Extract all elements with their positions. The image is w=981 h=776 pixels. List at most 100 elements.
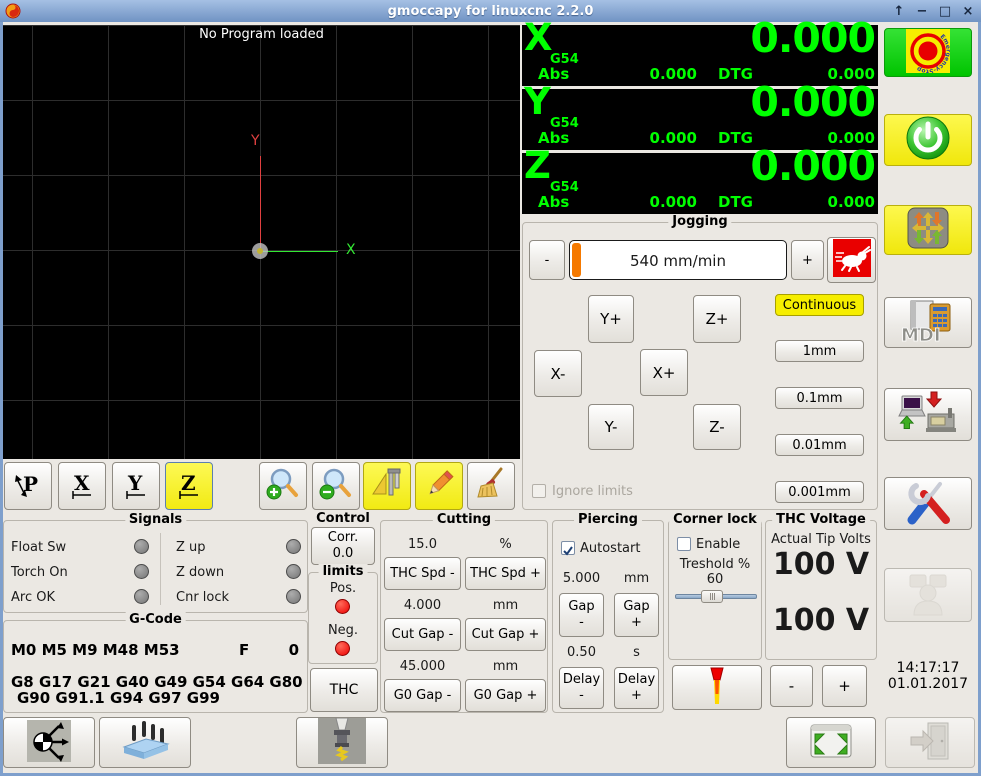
auto-mode-button[interactable] xyxy=(884,388,972,441)
jog-pad-icon xyxy=(907,207,949,253)
zoom-out-icon xyxy=(318,466,354,506)
touch-plate-icon xyxy=(120,719,170,767)
caliper-icon xyxy=(369,466,405,506)
thc-speed-plus-button[interactable]: THC Spd + xyxy=(465,557,546,590)
gcode-panel: G-Code M0 M5 M9 M48 M53 F 0 G8 G17 G21 G… xyxy=(3,612,308,713)
draw-path-button[interactable] xyxy=(415,462,463,510)
cut-gap-minus-button[interactable]: Cut Gap - xyxy=(384,618,461,651)
z-down-led xyxy=(286,564,301,579)
g0-gap-value: 45.000 xyxy=(399,659,446,674)
view-x-button[interactable]: X xyxy=(58,462,106,510)
dro-axis-x[interactable]: X G54 0.000 Abs 0.000 DTG 0.000 xyxy=(522,15,878,86)
clear-preview-button[interactable] xyxy=(467,462,515,510)
maximize-button[interactable]: □ xyxy=(938,4,952,19)
zoom-out-button[interactable] xyxy=(312,462,360,510)
clock-time: 14:17:17 xyxy=(896,660,960,676)
view-y-button[interactable]: Y xyxy=(112,462,160,510)
thc-speed-minus-button[interactable]: THC Spd - xyxy=(384,557,461,590)
exit-door-icon xyxy=(908,720,952,766)
view-p-button[interactable]: P xyxy=(4,462,52,510)
svg-text:X: X xyxy=(74,471,90,495)
jog-x-minus-button[interactable]: X- xyxy=(534,350,582,397)
svg-text:Z: Z xyxy=(181,471,196,495)
rabbit-icon xyxy=(832,239,871,281)
gremlin-preview[interactable]: No Program loaded Y X xyxy=(3,25,520,459)
cnr-lock-led xyxy=(286,589,301,604)
emergency-stop-button[interactable]: Emergency-Stop xyxy=(884,28,972,84)
rollup-button[interactable]: ↑ xyxy=(892,4,906,19)
user-settings-button[interactable] xyxy=(884,568,972,622)
machine-on-button[interactable] xyxy=(884,114,972,166)
exit-button[interactable] xyxy=(885,717,975,768)
mdi-mode-button[interactable]: MDI xyxy=(884,297,972,348)
jog-y-plus-button[interactable]: Y+ xyxy=(588,295,634,343)
y-axis-line xyxy=(260,156,261,251)
corner-lock-enable-checkbox[interactable] xyxy=(677,537,691,551)
thc-voltage-minus-button[interactable]: - xyxy=(770,665,813,707)
feed-value: 0 xyxy=(288,641,299,659)
torch-icon xyxy=(699,666,735,710)
touch-off-button[interactable] xyxy=(3,717,95,768)
feed-label: F xyxy=(239,641,250,659)
clock-date: 01.01.2017 xyxy=(887,676,969,692)
increment-0p01mm-button[interactable]: 0.01mm xyxy=(775,434,864,456)
axis-letter: Z xyxy=(524,144,551,187)
touch-plate-button[interactable] xyxy=(99,717,191,768)
jog-fast-button[interactable] xyxy=(827,237,876,283)
pierce-delay-minus-button[interactable]: Delay - xyxy=(559,667,604,709)
jog-x-plus-button[interactable]: X+ xyxy=(640,349,688,396)
dtg-label: DTG xyxy=(718,65,753,83)
pierce-delay-plus-button[interactable]: Delay + xyxy=(614,667,659,709)
dimensions-button[interactable] xyxy=(363,462,411,510)
jog-speed-slider[interactable]: 540 mm/min xyxy=(569,240,787,280)
manual-jog-mode-button[interactable] xyxy=(884,205,972,255)
limit-pos-led xyxy=(335,599,350,614)
axis-position: 0.000 xyxy=(750,78,876,126)
autostart-checkbox[interactable] xyxy=(561,541,575,556)
dro-axis-z[interactable]: Z G54 0.000 Abs 0.000 DTG 0.000 xyxy=(522,143,878,214)
threshold-slider-handle[interactable] xyxy=(701,590,723,603)
correction-button[interactable]: Corr. 0.0 xyxy=(311,527,375,565)
signal-torch-on-label: Torch On xyxy=(11,565,68,580)
thc-voltage-plus-button[interactable]: + xyxy=(822,665,867,707)
limits-title: limits xyxy=(318,564,368,579)
pierce-gap-minus-button[interactable]: Gap - xyxy=(559,593,604,637)
tool-change-button[interactable] xyxy=(296,717,388,768)
piercing-panel: Piercing Autostart 5.000 mm Gap - Gap + 0.… xyxy=(552,512,664,713)
increment-1mm-button[interactable]: 1mm xyxy=(775,340,864,362)
settings-button[interactable] xyxy=(884,477,972,530)
power-icon xyxy=(905,115,951,165)
ignore-limits-checkbox[interactable] xyxy=(532,484,546,498)
minimize-button[interactable]: − xyxy=(915,4,929,19)
arc-ok-led xyxy=(134,589,149,604)
jogging-title: Jogging xyxy=(668,214,732,229)
abs-label: Abs xyxy=(538,193,570,211)
increment-0p001mm-button[interactable]: 0.001mm xyxy=(775,481,864,503)
dro-axis-y[interactable]: Y G54 0.000 Abs 0.000 DTG 0.000 xyxy=(522,79,878,150)
emergency-stop-icon: Emergency-Stop xyxy=(906,28,961,84)
float-sw-led xyxy=(134,539,149,554)
fullscreen-button[interactable] xyxy=(786,717,876,768)
close-button[interactable]: × xyxy=(961,4,975,19)
zoom-in-button[interactable] xyxy=(259,462,307,510)
jog-z-plus-button[interactable]: Z+ xyxy=(693,295,741,343)
g0-gap-plus-button[interactable]: G0 Gap + xyxy=(465,679,546,712)
g0-gap-minus-button[interactable]: G0 Gap - xyxy=(384,679,461,712)
threshold-value: 60 xyxy=(706,572,724,587)
jog-speed-minus-button[interactable]: - xyxy=(529,240,565,280)
clock-display: 14:17:17 01.01.2017 xyxy=(884,660,972,692)
view-z-button[interactable]: Z xyxy=(165,462,213,510)
thc-speed-value: 15.0 xyxy=(408,537,437,552)
pierce-gap-plus-button[interactable]: Gap + xyxy=(614,593,659,637)
jog-z-minus-button[interactable]: Z- xyxy=(693,404,741,450)
cut-gap-plus-button[interactable]: Cut Gap + xyxy=(465,618,546,651)
cutting-title: Cutting xyxy=(432,512,496,527)
abs-value: 0.000 xyxy=(649,129,697,147)
jog-y-minus-button[interactable]: Y- xyxy=(588,404,634,450)
jog-speed-plus-button[interactable]: + xyxy=(791,240,824,280)
torch-button[interactable] xyxy=(672,665,762,710)
limit-pos-label: Pos. xyxy=(329,581,357,596)
increment-continuous-button[interactable]: Continuous xyxy=(775,294,864,316)
increment-0p1mm-button[interactable]: 0.1mm xyxy=(775,387,864,409)
thc-button[interactable]: THC xyxy=(310,668,378,712)
